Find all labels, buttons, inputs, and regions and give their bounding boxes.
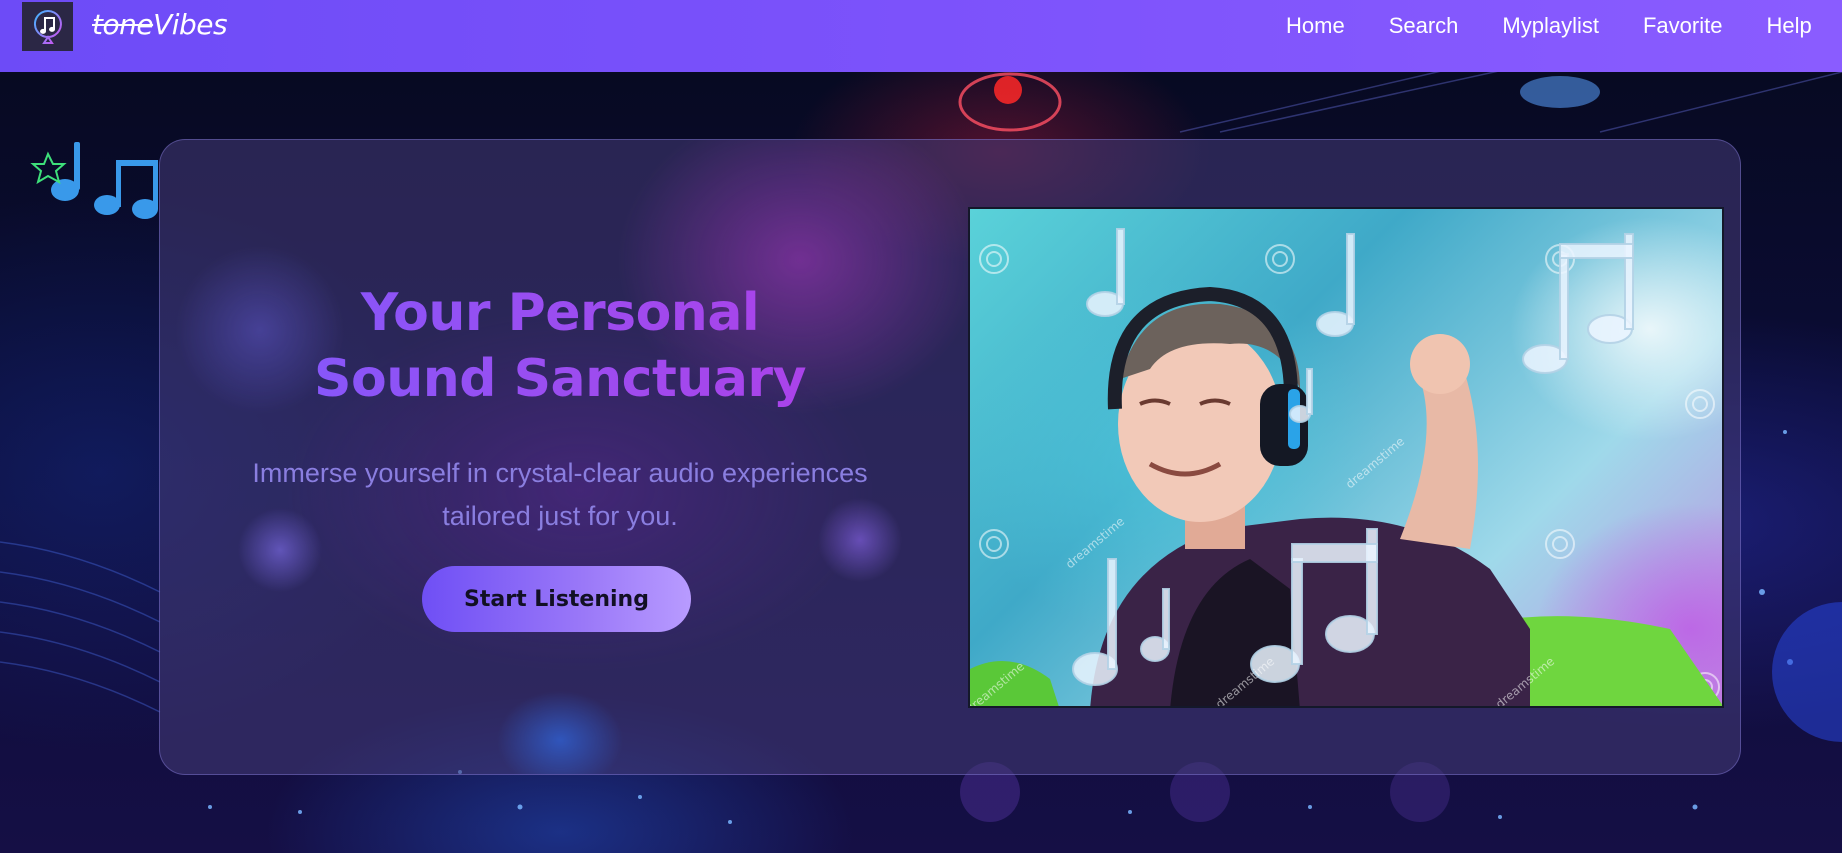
hero-title-line-1: Your Personal: [360, 283, 760, 343]
hero-illustration: dreamstime dreamstime dreamstime dreamst…: [970, 228, 1722, 706]
hero-subtitle-line-1: Immerse yourself in crystal-clear audio …: [252, 458, 868, 488]
logo[interactable]: [22, 2, 73, 51]
watermark-text-2: dreamstime: [1063, 514, 1127, 571]
watermark-text-1: dreamstime: [1343, 434, 1407, 491]
hero-image: dreamstime dreamstime dreamstime dreamst…: [968, 207, 1724, 708]
start-listening-button[interactable]: Start Listening: [422, 566, 691, 632]
nav-search[interactable]: Search: [1389, 13, 1459, 39]
hero-title: Your Personal Sound Sanctuary: [160, 280, 960, 412]
nav-favorite[interactable]: Favorite: [1643, 13, 1722, 39]
brand-rest-part: Vibes: [153, 8, 228, 41]
music-note-pin-icon: [33, 9, 62, 44]
hero-title-line-2: Sound Sanctuary: [314, 349, 806, 409]
nav-home[interactable]: Home: [1286, 13, 1345, 39]
nav-myplaylist[interactable]: Myplaylist: [1502, 13, 1599, 39]
hero-subtitle: Immerse yourself in crystal-clear audio …: [160, 452, 960, 538]
nav-help[interactable]: Help: [1766, 13, 1811, 39]
hero-text: Your Personal Sound Sanctuary Immerse yo…: [160, 280, 960, 538]
brand-strike-part: tone: [92, 8, 154, 41]
hero-subtitle-line-2: tailored just for you.: [442, 501, 678, 531]
hero-card: Your Personal Sound Sanctuary Immerse yo…: [159, 139, 1741, 775]
brand-name[interactable]: toneVibes: [92, 8, 228, 41]
main-nav: Home Search Myplaylist Favorite Help: [1286, 13, 1842, 39]
top-navbar: toneVibes Home Search Myplaylist Favorit…: [0, 0, 1842, 72]
